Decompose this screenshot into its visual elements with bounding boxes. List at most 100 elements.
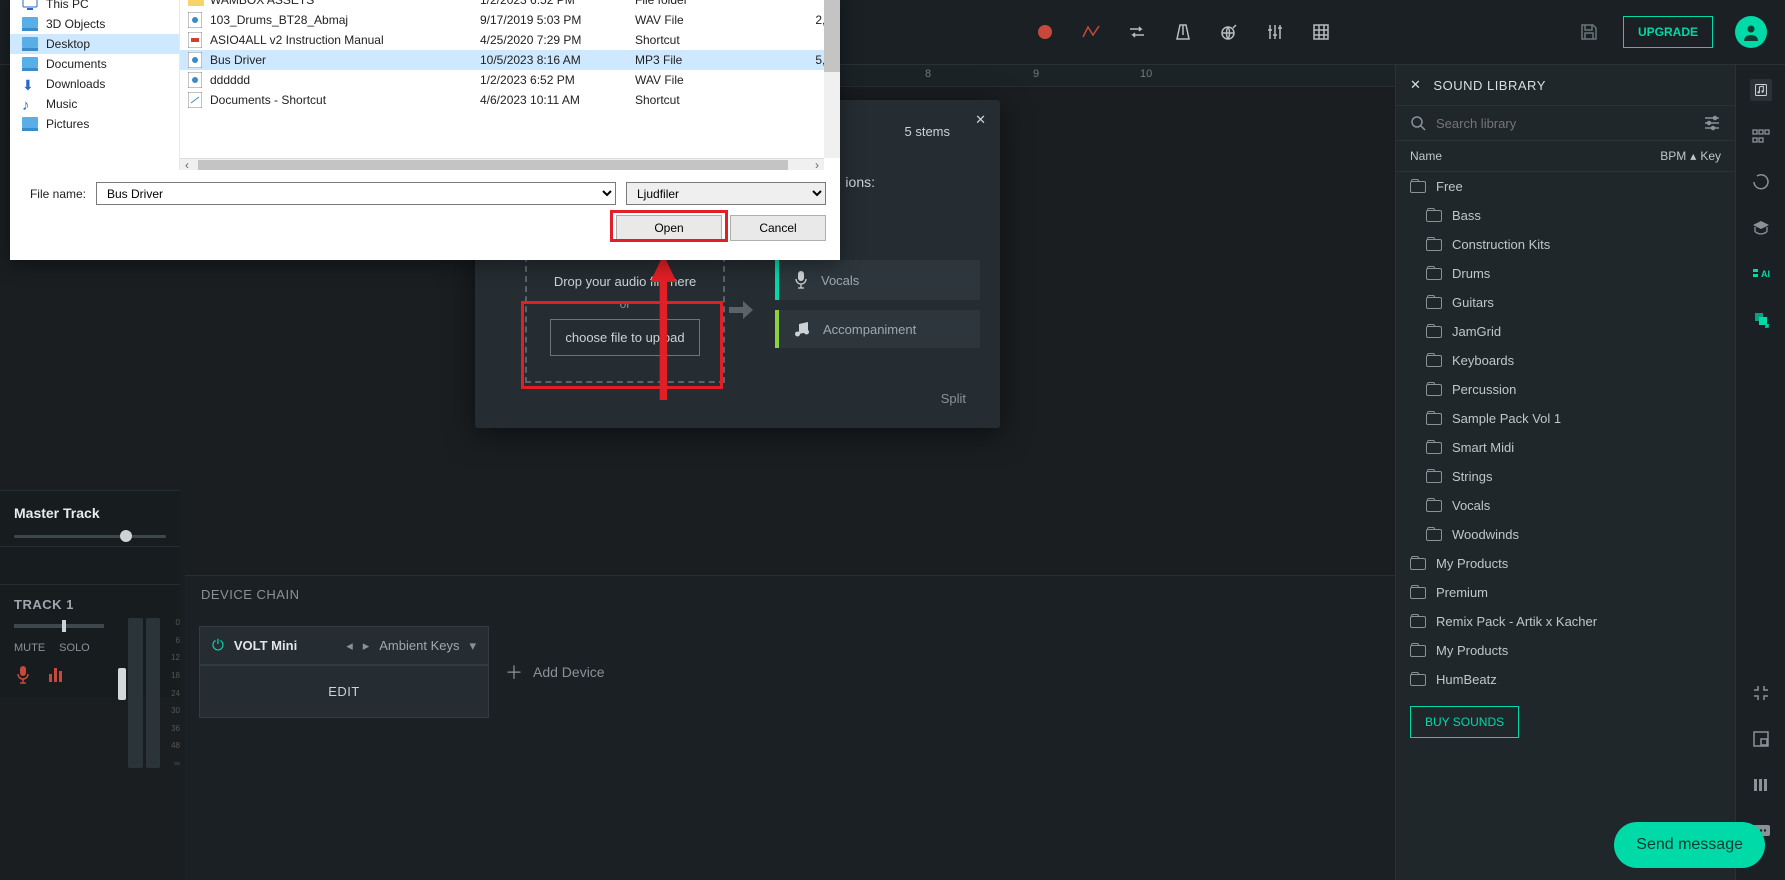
solo-button[interactable]: SOLO — [59, 642, 90, 654]
sidebar-location[interactable]: ⬇Downloads — [10, 74, 179, 94]
automation-icon[interactable] — [1079, 20, 1103, 44]
filename-input[interactable]: Bus Driver — [96, 182, 616, 205]
filetype-select[interactable]: Ljudfiler — [626, 182, 826, 205]
library-folder[interactable]: JamGrid — [1396, 317, 1735, 346]
shrink-icon[interactable] — [1750, 682, 1772, 704]
horizontal-scrollbar[interactable]: ‹› — [180, 158, 824, 170]
record-button[interactable] — [1033, 20, 1057, 44]
expand-icon[interactable] — [1750, 728, 1772, 750]
file-row[interactable]: Documents - Shortcut4/6/2023 10:11 AMSho… — [180, 90, 840, 110]
library-folder[interactable]: Sample Pack Vol 1 — [1396, 404, 1735, 433]
sidebar-location[interactable]: This PC — [10, 0, 179, 14]
location-icon — [22, 17, 38, 31]
prev-preset-icon[interactable]: ◂ — [346, 638, 353, 654]
sidebar-location[interactable]: 3D Objects — [10, 14, 179, 34]
library-folder[interactable]: Percussion — [1396, 375, 1735, 404]
library-folder[interactable]: Woodwinds — [1396, 520, 1735, 549]
library-folder[interactable]: Vocals — [1396, 491, 1735, 520]
upgrade-button[interactable]: UPGRADE — [1623, 16, 1713, 48]
mute-button[interactable]: MUTE — [14, 642, 45, 654]
library-folder[interactable]: My Products — [1396, 549, 1735, 578]
add-device-button[interactable]: ＋ Add Device — [489, 626, 621, 718]
col-name[interactable]: Name — [1410, 149, 1660, 163]
drop-text: Drop your audio file here — [554, 274, 696, 289]
power-icon[interactable]: ⏻ — [212, 637, 224, 654]
col-key[interactable]: Key — [1700, 149, 1721, 163]
close-icon[interactable]: ✕ — [975, 112, 986, 128]
file-date: 1/2/2023 6:52 PM — [480, 0, 635, 7]
preset-name[interactable]: Ambient Keys — [379, 638, 459, 653]
education-icon[interactable] — [1750, 217, 1772, 239]
location-icon: ⬇ — [22, 77, 38, 91]
note-icon — [793, 320, 811, 338]
loop-icon[interactable] — [1125, 20, 1149, 44]
preset-dropdown-icon[interactable]: ▾ — [469, 638, 476, 654]
avatar[interactable] — [1735, 16, 1767, 48]
folder-icon — [1426, 210, 1442, 222]
library-folder[interactable]: Free — [1396, 172, 1735, 201]
file-date: 1/2/2023 6:52 PM — [480, 73, 635, 87]
library-folder[interactable]: Remix Pack - Artik x Kacher — [1396, 607, 1735, 636]
library-folder[interactable]: Strings — [1396, 462, 1735, 491]
library-folder[interactable]: Guitars — [1396, 288, 1735, 317]
eq-icon[interactable] — [46, 664, 66, 686]
edit-button[interactable]: EDIT — [200, 665, 488, 717]
undo-icon[interactable] — [1750, 171, 1772, 193]
file-row[interactable]: dddddd1/2/2023 6:52 PMWAV File3 — [180, 70, 840, 90]
split-tab-icon[interactable] — [1750, 309, 1772, 331]
level-meter: 06121824303648∞ — [118, 618, 180, 768]
library-folder[interactable]: Bass — [1396, 201, 1735, 230]
grid-icon[interactable] — [1309, 20, 1333, 44]
fader[interactable] — [118, 668, 126, 700]
cancel-button[interactable]: Cancel — [730, 215, 826, 241]
library-folder[interactable]: Smart Midi — [1396, 433, 1735, 462]
folder-icon — [1426, 471, 1442, 483]
ai-tab-icon[interactable]: AI — [1750, 263, 1772, 285]
library-tab-icon[interactable] — [1750, 79, 1772, 101]
col-bpm[interactable]: BPM — [1660, 149, 1686, 163]
folder-label: Construction Kits — [1452, 237, 1550, 252]
library-folder[interactable]: Premium — [1396, 578, 1735, 607]
vertical-scrollbar[interactable] — [824, 0, 840, 158]
file-icon — [188, 92, 204, 108]
library-folder[interactable]: Keyboards — [1396, 346, 1735, 375]
file-row[interactable]: WAMBOX ASSETS1/2/2023 6:52 PMFile folder — [180, 0, 840, 10]
master-track: Master Track — [0, 490, 180, 546]
save-icon[interactable] — [1577, 20, 1601, 44]
file-row[interactable]: Bus Driver10/5/2023 8:16 AMMP3 File5,5 — [180, 50, 840, 70]
track-pan-slider[interactable] — [14, 624, 104, 628]
search-input[interactable] — [1436, 116, 1693, 131]
library-folder[interactable]: HumBeatz — [1396, 665, 1735, 694]
library-folder[interactable]: Construction Kits — [1396, 230, 1735, 259]
master-volume-slider[interactable] — [14, 535, 166, 538]
file-row[interactable]: 103_Drums_BT28_Abmaj9/17/2019 5:03 PMWAV… — [180, 10, 840, 30]
file-date: 4/6/2023 10:11 AM — [480, 93, 635, 107]
sidebar-location[interactable]: Documents — [10, 54, 179, 74]
close-icon[interactable]: ✕ — [1410, 77, 1421, 93]
library-folder[interactable]: My Products — [1396, 636, 1735, 665]
sidebar-location[interactable]: Desktop — [10, 34, 179, 54]
arrow-right-icon — [725, 295, 755, 325]
file-type: WAV File — [635, 73, 755, 87]
file-date: 4/25/2020 7:29 PM — [480, 33, 635, 47]
loops-tab-icon[interactable] — [1750, 125, 1772, 147]
mixer-icon[interactable] — [1263, 20, 1287, 44]
annotation-highlight — [610, 210, 728, 242]
send-message-button[interactable]: Send message — [1614, 822, 1765, 868]
folder-icon — [1426, 500, 1442, 512]
globe-icon[interactable] — [1217, 20, 1241, 44]
device-chain-title: DEVICE CHAIN — [201, 587, 299, 602]
file-icon — [188, 72, 204, 88]
next-preset-icon[interactable]: ▸ — [363, 638, 370, 654]
metronome-icon[interactable] — [1171, 20, 1195, 44]
file-row[interactable]: ASIO4ALL v2 Instruction Manual4/25/2020 … — [180, 30, 840, 50]
sidebar-location[interactable]: Pictures — [10, 114, 179, 134]
buy-sounds-button[interactable]: BUY SOUNDS — [1410, 706, 1519, 738]
sidebar-location[interactable]: ♪Music — [10, 94, 179, 114]
file-name: ASIO4ALL v2 Instruction Manual — [210, 33, 480, 47]
filter-icon[interactable] — [1703, 114, 1721, 132]
piano-icon[interactable] — [1750, 774, 1772, 796]
library-folder[interactable]: Drums — [1396, 259, 1735, 288]
record-arm-icon[interactable] — [14, 664, 32, 686]
folder-icon — [1426, 268, 1442, 280]
